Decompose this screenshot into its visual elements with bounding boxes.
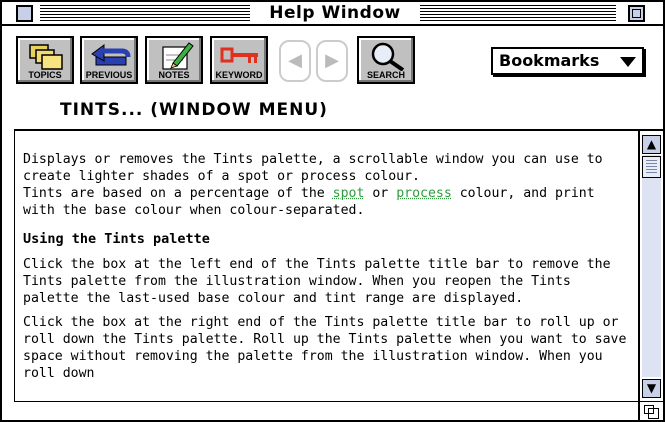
popup-triangle-icon (620, 57, 636, 67)
keyword-button[interactable]: KEYWORD (210, 36, 268, 84)
topic-title: TINTS... (WINDOW MENU) (60, 100, 328, 120)
keyword-label: KEYWORD (215, 70, 263, 80)
intro-paragraph-2: Tints are based on a percentage of the s… (23, 185, 632, 219)
resize-grow-box[interactable] (638, 401, 663, 420)
notes-button[interactable]: NOTES (145, 36, 203, 84)
body-paragraph-1: Click the box at the left end of the Tin… (23, 257, 611, 306)
close-box[interactable] (16, 5, 33, 22)
zoom-box[interactable] (628, 5, 645, 22)
section-heading: Using the Tints palette (23, 231, 210, 247)
bookmarks-popup[interactable]: Bookmarks (491, 47, 644, 75)
intro-paragraph-1: Displays or removes the Tints palette, a… (23, 152, 603, 184)
topics-button[interactable]: TOPICS (16, 36, 74, 84)
vertical-scrollbar[interactable]: ▲ ▼ (638, 129, 663, 401)
help-window: Help Window TOPICS PREVIOUS NOTES KEYWOR… (0, 0, 665, 422)
pencil-note-icon (147, 41, 201, 71)
back-arrow-icon (82, 41, 136, 71)
scroll-up-arrow-icon[interactable]: ▲ (642, 135, 661, 154)
help-content[interactable]: Displays or removes the Tints palette, a… (14, 129, 638, 401)
previous-button[interactable]: PREVIOUS (80, 36, 138, 84)
previous-label: PREVIOUS (85, 70, 133, 80)
browse-forward-icon: ▶ (325, 50, 339, 71)
title-bar[interactable]: Help Window (2, 2, 663, 26)
magnifier-icon (359, 41, 413, 72)
scroll-thumb[interactable] (642, 156, 661, 178)
title-stripes-left (40, 5, 250, 21)
process-link[interactable]: process (396, 186, 452, 201)
browse-back-button[interactable]: ◀ (279, 40, 311, 82)
folders-icon (18, 41, 72, 71)
scroll-track[interactable] (642, 155, 661, 377)
browse-back-icon: ◀ (288, 50, 302, 71)
body-paragraph-2: Click the box at the right end of the Ti… (23, 315, 627, 381)
search-button[interactable]: SEARCH (357, 36, 415, 84)
browse-forward-button[interactable]: ▶ (316, 40, 348, 82)
search-label: SEARCH (366, 70, 405, 80)
window-title: Help Window (250, 3, 420, 23)
bookmarks-label: Bookmarks (499, 51, 600, 70)
notes-label: NOTES (158, 70, 190, 80)
key-icon (212, 41, 266, 71)
spot-link[interactable]: spot (333, 186, 365, 201)
scroll-down-arrow-icon[interactable]: ▼ (642, 379, 661, 398)
intro-text-b: or (364, 186, 397, 201)
intro-text-a: Tints are based on a percentage of the (23, 186, 333, 201)
title-stripes-right (420, 5, 616, 21)
topics-label: TOPICS (28, 70, 62, 80)
bottom-bar (14, 401, 638, 420)
